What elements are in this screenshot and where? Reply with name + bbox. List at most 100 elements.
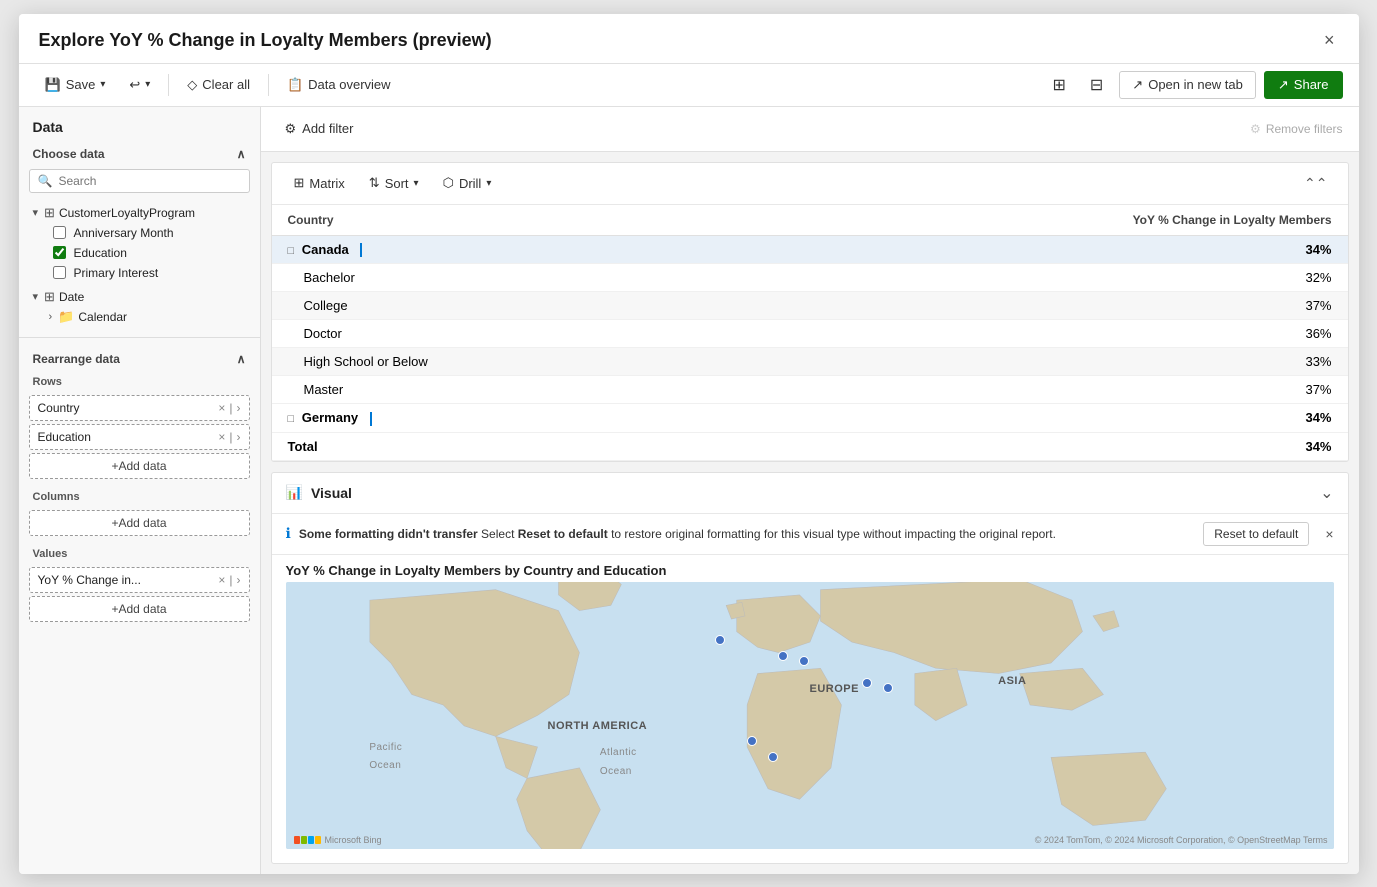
reset-default-button[interactable]: Reset to default — [1203, 522, 1309, 546]
country-pill-expand-icon[interactable]: › — [237, 401, 241, 415]
columns-label: Columns — [19, 485, 260, 507]
map-container: NORTH AMERICA EUROPE ASIA Pacific Ocean … — [286, 582, 1334, 849]
main-layout: Data Choose data ∧ 🔍 ▾ ⊞ CustomerLoyalty… — [19, 107, 1359, 874]
blue-bar-indicator — [360, 243, 362, 257]
yoy-pill-actions[interactable]: × | › — [218, 573, 240, 587]
sort-button[interactable]: ⇅ Sort ▾ — [359, 171, 429, 195]
clear-icon: ◇ — [187, 77, 197, 93]
customer-tree-label: CustomerLoyaltyProgram — [59, 206, 195, 220]
modal-header: Explore YoY % Change in Loyalty Members … — [19, 14, 1359, 64]
row-country: College — [272, 292, 732, 320]
anniversary-month-checkbox[interactable] — [53, 226, 66, 239]
country-pill-remove-icon[interactable]: × — [218, 401, 225, 415]
education-checkbox[interactable] — [53, 246, 66, 259]
tree-customer[interactable]: ▾ ⊞ CustomerLoyaltyProgram — [19, 203, 260, 223]
matrix-collapse-button[interactable]: ⌃⌃ — [1296, 171, 1335, 196]
columns-add-data-button[interactable]: +Add data — [29, 510, 250, 536]
visual-chart-icon: 📊 — [286, 484, 303, 501]
country-pill-actions[interactable]: × | › — [218, 401, 240, 415]
sort-icon: ⇅ — [369, 175, 380, 191]
expand-icon[interactable]: □ — [288, 245, 295, 257]
save-button[interactable]: 💾 Save ▾ — [35, 72, 116, 98]
col-yoy-header: YoY % Change in Loyalty Members — [731, 205, 1347, 236]
remove-filters-button[interactable]: ⚙ Remove filters — [1250, 122, 1342, 136]
country-pill-label: Country — [38, 401, 80, 415]
data-overview-button[interactable]: 📋 Data overview — [277, 72, 401, 98]
choose-data-collapse-icon[interactable]: ∧ — [237, 147, 246, 161]
atlantic-ocean-label1: Atlantic — [600, 747, 637, 758]
info-icon: ℹ — [286, 525, 291, 542]
visual-collapse-button[interactable]: ⌄ — [1320, 483, 1333, 503]
education-pill: Education × | › — [29, 424, 250, 450]
matrix-table: Country YoY % Change in Loyalty Members … — [272, 205, 1348, 461]
rearrange-collapse-icon[interactable]: ∧ — [237, 352, 246, 366]
table-row: Doctor 36% — [272, 320, 1348, 348]
undo-icon: ↩ — [129, 77, 140, 93]
share-icon: ↗ — [1278, 77, 1289, 93]
map-dot — [883, 683, 893, 693]
table-row: □ Germany 34% — [272, 404, 1348, 433]
values-add-data-button[interactable]: +Add data — [29, 596, 250, 622]
row-value: 34% — [731, 432, 1347, 460]
close-button[interactable]: × — [1316, 26, 1343, 55]
education-pill-label: Education — [38, 430, 91, 444]
yoy-pill-remove-icon[interactable]: × — [218, 573, 225, 587]
grid-view-button[interactable]: ⊞ — [1044, 70, 1073, 100]
education-pill-actions[interactable]: × | › — [218, 430, 240, 444]
toolbar-right: ⊞ ⊟ ↗ Open in new tab ↗ Share — [1044, 70, 1342, 100]
choose-data-title: Choose data ∧ — [19, 143, 260, 165]
search-input[interactable] — [58, 174, 240, 188]
open-new-tab-button[interactable]: ↗ Open in new tab — [1119, 71, 1256, 99]
row-country: High School or Below — [272, 348, 732, 376]
share-button[interactable]: ↗ Share — [1264, 71, 1343, 99]
date-tree-expand-icon: ▾ — [33, 290, 39, 303]
table-row: College 37% — [272, 292, 1348, 320]
pacific-ocean-label2: Ocean — [369, 760, 401, 771]
format-warning-bar: ℹ Some formatting didn't transfer Select… — [272, 514, 1348, 555]
data-overview-icon: 📋 — [287, 77, 303, 93]
anniversary-month-label: Anniversary Month — [74, 226, 174, 240]
map-svg — [286, 582, 1334, 849]
map-copyright: © 2024 TomTom, © 2024 Microsoft Corporat… — [1035, 835, 1328, 845]
row-label: Canada — [302, 242, 349, 257]
add-filter-button[interactable]: ⚙ Add filter — [277, 117, 362, 141]
tree-date[interactable]: ▾ ⊞ Date — [19, 287, 260, 307]
format-warning-detail: Select Reset to default to restore origi… — [481, 527, 1056, 541]
education-pill-remove-icon[interactable]: × — [218, 430, 225, 444]
sidebar-divider — [19, 337, 260, 338]
education-pill-expand-icon[interactable]: › — [237, 430, 241, 444]
drill-button[interactable]: ⬡ Drill ▾ — [433, 171, 502, 195]
map-branding: Microsoft Bing — [294, 835, 382, 845]
anniversary-month-item[interactable]: Anniversary Month — [19, 223, 260, 243]
save-icon: 💾 — [45, 77, 61, 93]
expand-icon[interactable]: □ — [288, 413, 295, 425]
split-view-button[interactable]: ⊟ — [1082, 70, 1111, 100]
matrix-title-button[interactable]: ⊞ Matrix — [284, 171, 355, 195]
undo-button[interactable]: ↩ ▾ — [119, 72, 160, 98]
rows-add-data-button[interactable]: +Add data — [29, 453, 250, 479]
yoy-pill-label: YoY % Change in... — [38, 573, 141, 587]
save-chevron-icon: ▾ — [100, 79, 105, 90]
blue-bar-indicator — [370, 412, 372, 426]
data-section-title: Data — [19, 119, 260, 143]
matrix-section: ⊞ Matrix ⇅ Sort ▾ ⬡ Drill ▾ ⌃⌃ — [271, 162, 1349, 462]
row-label: Germany — [302, 410, 358, 425]
yoy-pill-expand-icon[interactable]: › — [237, 573, 241, 587]
europe-label: EUROPE — [810, 683, 859, 695]
visual-title-row: 📊 Visual — [286, 484, 352, 501]
primary-interest-checkbox[interactable] — [53, 266, 66, 279]
yoy-pill-separator: | — [229, 573, 232, 587]
search-icon: 🔍 — [38, 174, 53, 188]
tree-calendar[interactable]: › 📁 Calendar — [19, 307, 260, 327]
education-item[interactable]: Education — [19, 243, 260, 263]
row-country: Bachelor — [272, 264, 732, 292]
drill-chevron: ▾ — [486, 178, 491, 189]
row-value: 37% — [731, 376, 1347, 404]
row-value: 34% — [731, 404, 1347, 433]
filter-bar: ⚙ Add filter ⚙ Remove filters — [261, 107, 1359, 152]
modal-title: Explore YoY % Change in Loyalty Members … — [39, 30, 492, 51]
primary-interest-item[interactable]: Primary Interest — [19, 263, 260, 283]
format-warning-close-button[interactable]: × — [1325, 526, 1333, 542]
row-country: Total — [272, 432, 732, 460]
clear-all-button[interactable]: ◇ Clear all — [177, 72, 260, 98]
